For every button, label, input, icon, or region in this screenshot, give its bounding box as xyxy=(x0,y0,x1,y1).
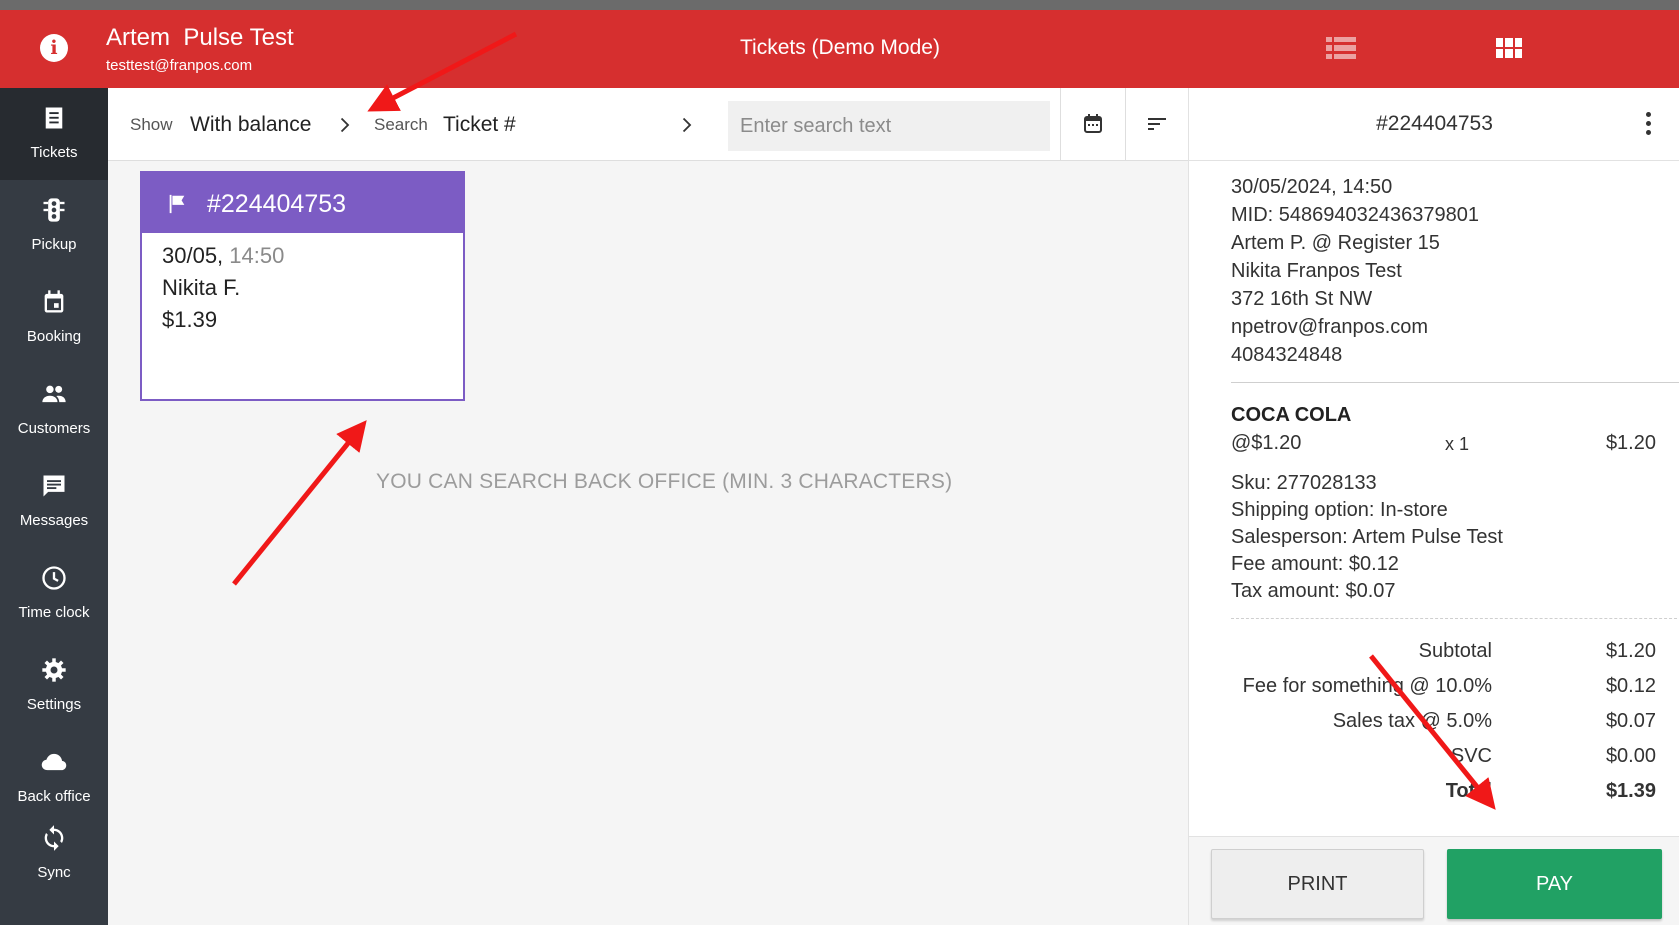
ticket-date: 30/05, 14:50 xyxy=(162,243,284,269)
print-button[interactable]: PRINT xyxy=(1211,849,1424,919)
item-attribute: Sku: 277028133 xyxy=(1231,472,1377,494)
item-attribute: Shipping option: In-store xyxy=(1231,499,1448,521)
sidebar-item-label: Messages xyxy=(19,512,89,529)
sidebar-item-booking[interactable]: Booking xyxy=(0,272,108,364)
sales-tax-value: $0.07 xyxy=(1605,710,1656,732)
total-value: $1.39 xyxy=(1605,780,1656,802)
date-filter-button[interactable] xyxy=(1060,88,1126,160)
sidebar-item-pickup[interactable]: Pickup xyxy=(0,180,108,272)
ticket-date-day: 30/05, xyxy=(162,243,224,268)
app-window: i Artem Pulse Test testtest@franpos.com … xyxy=(0,10,1679,925)
show-filter-label: Show xyxy=(130,115,173,134)
tickets-area: #224404753 30/05, 14:50 Nikita F. $1.39 … xyxy=(108,161,1188,925)
sidebar-item-label: Booking xyxy=(26,328,82,345)
sidebar: Tickets Pickup Booking Customers Message… xyxy=(0,88,108,925)
sidebar-item-customers[interactable]: Customers xyxy=(0,364,108,456)
sort-icon xyxy=(1148,118,1166,130)
traffic-light-icon xyxy=(43,198,65,222)
ticket-actions: PRINT PAY xyxy=(1189,836,1679,925)
search-by-dropdown[interactable]: Ticket # xyxy=(443,113,516,137)
sidebar-item-label: Sync xyxy=(37,864,71,881)
detail-line: 4084324848 xyxy=(1231,344,1343,366)
flag-icon xyxy=(169,194,185,214)
sync-icon xyxy=(44,825,64,851)
ticket-detail-number: #224404753 xyxy=(1376,112,1493,135)
filter-toolbar: Show With balance Search Ticket # xyxy=(108,88,1188,161)
sidebar-item-sync[interactable]: Sync xyxy=(0,816,108,896)
item-attribute: Fee amount: $0.12 xyxy=(1231,553,1399,575)
sort-button[interactable] xyxy=(1125,88,1189,160)
list-view-icon[interactable] xyxy=(1326,37,1356,59)
item-quantity: 1 xyxy=(1459,434,1470,454)
user-name: Artem Pulse Test xyxy=(106,24,294,51)
pay-button[interactable]: PAY xyxy=(1447,849,1662,919)
svc-value: $0.00 xyxy=(1605,745,1656,767)
detail-line: Nikita Franpos Test xyxy=(1231,260,1402,282)
detail-line: 30/05/2024, 14:50 xyxy=(1231,176,1393,198)
sidebar-item-settings[interactable]: Settings xyxy=(0,640,108,732)
more-vert-icon[interactable] xyxy=(1645,112,1653,136)
ticket-detail-header: #224404753 xyxy=(1189,88,1679,161)
chevron-right-icon[interactable] xyxy=(675,114,697,136)
detail-line: npetrov@franpos.com xyxy=(1231,316,1429,338)
app-header: i Artem Pulse Test testtest@franpos.com … xyxy=(0,10,1679,88)
calendar-icon xyxy=(44,290,64,313)
item-line-total: $1.20 xyxy=(1605,432,1656,454)
sidebar-item-messages[interactable]: Messages xyxy=(0,456,108,548)
grid-view-icon[interactable] xyxy=(1496,38,1522,58)
sidebar-item-label: Time clock xyxy=(18,604,90,621)
message-icon xyxy=(43,475,65,497)
cloud-icon xyxy=(41,753,67,771)
item-attribute: Salesperson: Artem Pulse Test xyxy=(1231,526,1503,548)
ticket-detail-panel: #224404753 30/05/2024, 14:50 MID: 548694… xyxy=(1188,88,1679,925)
item-attribute: Tax amount: $0.07 xyxy=(1231,580,1396,602)
show-filter-dropdown[interactable]: With balance xyxy=(190,113,311,137)
svc-label: SVC xyxy=(1450,745,1492,767)
divider xyxy=(1231,618,1679,619)
search-hint: YOU CAN SEARCH BACK OFFICE (MIN. 3 CHARA… xyxy=(376,470,953,493)
sidebar-item-label: Pickup xyxy=(31,236,77,253)
ticket-time: 14:50 xyxy=(229,243,285,268)
tickets-icon xyxy=(45,107,63,129)
sidebar-item-tickets[interactable]: Tickets xyxy=(0,88,108,180)
user-email: testtest@franpos.com xyxy=(106,57,253,74)
ticket-card-header: #224404753 xyxy=(142,173,463,233)
sidebar-item-label: Tickets xyxy=(30,144,78,161)
sidebar-item-label: Back office xyxy=(17,788,91,805)
ticket-customer: Nikita F. xyxy=(162,275,241,300)
ticket-card[interactable]: #224404753 30/05, 14:50 Nikita F. $1.39 xyxy=(140,171,465,401)
total-label: Total xyxy=(1445,780,1492,802)
sales-tax-label: Sales tax @ 5.0% xyxy=(1332,710,1492,732)
subtotal-label: Subtotal xyxy=(1418,640,1492,662)
detail-line: 372 16th St NW xyxy=(1231,288,1373,310)
window-frame: i Artem Pulse Test testtest@franpos.com … xyxy=(0,0,1679,925)
page-title: Tickets (Demo Mode) xyxy=(740,36,940,59)
detail-line: Artem P. @ Register 15 xyxy=(1231,232,1440,254)
gear-icon xyxy=(42,658,66,682)
chevron-right-icon[interactable] xyxy=(333,114,355,136)
item-qty-sign: x xyxy=(1445,434,1454,454)
item-name: COCA COLA xyxy=(1231,404,1352,426)
fee-value: $0.12 xyxy=(1605,675,1656,697)
people-icon xyxy=(42,385,66,403)
clock-icon xyxy=(42,566,66,590)
search-input[interactable] xyxy=(728,101,1050,151)
sidebar-item-label: Customers xyxy=(17,420,91,437)
sidebar-item-back-office[interactable]: Back office xyxy=(0,732,108,824)
divider xyxy=(1231,382,1679,383)
search-by-label: Search xyxy=(374,115,428,134)
sidebar-item-time-clock[interactable]: Time clock xyxy=(0,548,108,640)
info-icon[interactable]: i xyxy=(40,34,68,62)
subtotal-value: $1.20 xyxy=(1605,640,1656,662)
ticket-number: #224404753 xyxy=(207,190,347,218)
ticket-amount: $1.39 xyxy=(162,307,218,332)
detail-line: MID: 548694032436379801 xyxy=(1231,204,1479,226)
fee-label: Fee for something @ 10.0% xyxy=(1242,675,1492,697)
calendar-icon xyxy=(1084,114,1102,133)
sidebar-item-label: Settings xyxy=(26,696,82,713)
item-unit-price: @$1.20 xyxy=(1231,432,1302,454)
